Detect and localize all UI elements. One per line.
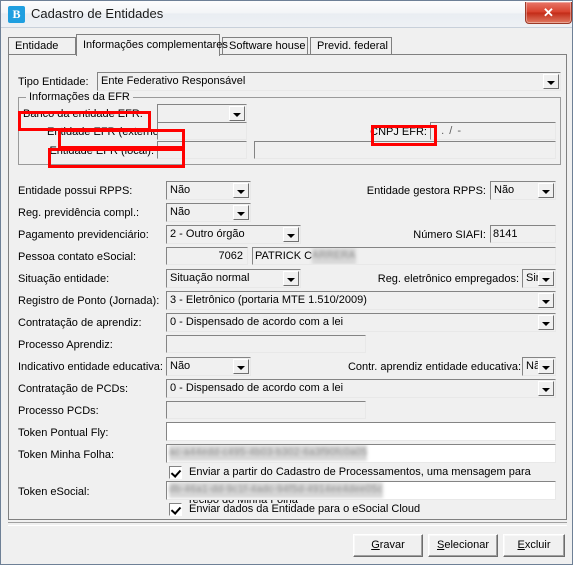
tipo-entidade-label: Tipo Entidade: (18, 76, 89, 88)
contratacao-aprendiz-label: Contratação de aprendiz: (18, 317, 142, 329)
entidade-efr-local-code-input[interactable] (157, 141, 247, 159)
checkbox-minha-folha[interactable] (169, 466, 182, 479)
entidade-efr-local-name-input[interactable] (254, 141, 556, 159)
token-minha-folha-label: Token Minha Folha: (18, 449, 114, 461)
chevron-down-icon[interactable] (538, 381, 554, 396)
tab-entidade[interactable]: Entidade (8, 37, 76, 55)
indicativo-entidade-educativa-combo[interactable]: Não (166, 357, 251, 376)
checkbox-esocial-cloud-label: Enviar dados da Entidade para o eSocial … (189, 503, 421, 515)
contr-aprendiz-entidade-educativa-combo[interactable]: Não (522, 357, 556, 376)
excluir-rest: xcluir (524, 539, 551, 551)
chevron-down-icon[interactable] (283, 271, 299, 286)
banco-entidade-efr-combo[interactable] (157, 104, 247, 123)
reg-eletronico-empregados-label: Reg. eletrônico empregados: (377, 273, 519, 285)
footer-separator (8, 522, 567, 526)
indicativo-entidade-educativa-label: Indicativo entidade educativa: (18, 361, 163, 373)
pessoa-contato-esocial-name-input[interactable]: PATRICK CARRERA (252, 247, 556, 265)
registro-ponto-label: Registro de Ponto (Jornada): (18, 295, 160, 307)
pessoa-contato-esocial-code-input[interactable]: 7062 (166, 247, 248, 265)
cadastro-de-entidades-window: B Cadastro de Entidades ✕ Entidade Infor… (0, 0, 573, 565)
situacao-entidade-combo[interactable]: Situação normal (166, 269, 301, 288)
token-minha-folha-input[interactable]: ac-a44edd-c495-4b03-b302-6a3f90fc0a05 (166, 444, 556, 463)
tipo-entidade-combo[interactable]: Ente Federativo Responsável (97, 72, 561, 91)
chevron-down-icon[interactable] (538, 183, 554, 198)
chevron-down-icon[interactable] (538, 359, 554, 374)
gravar-accel: G (371, 539, 380, 551)
processo-aprendiz-input[interactable] (166, 335, 366, 353)
processo-pcds-input[interactable] (166, 401, 366, 419)
situacao-entidade-value: Situação normal (170, 272, 250, 284)
chevron-down-icon[interactable] (229, 106, 245, 121)
reg-previdencia-compl-label: Reg. previdência compl.: (18, 207, 140, 219)
excluir-button[interactable]: Excluir (503, 534, 565, 557)
entidade-efr-local-label: Entidade EFR (local): (49, 145, 154, 157)
registro-ponto-combo[interactable]: 3 - Eletrônico (portaria MTE 1.510/2009) (166, 291, 556, 310)
pessoa-contato-name-redacted: ARRERA (312, 248, 356, 264)
cnpj-efr-label: CNPJ EFR: (370, 126, 427, 138)
pagamento-previdenciario-combo[interactable]: 2 - Outro órgão (166, 225, 301, 244)
contr-aprendiz-entidade-educativa-label: Contr. aprendiz entidade educativa: (347, 361, 521, 373)
chevron-down-icon[interactable] (233, 359, 249, 374)
token-pontual-fly-label: Token Pontual Fly: (18, 427, 109, 439)
registro-ponto-value: 3 - Eletrônico (portaria MTE 1.510/2009) (170, 294, 367, 306)
entidade-efr-externo-label: Entidade EFR (externo): (47, 126, 166, 138)
tab-previd-federal[interactable]: Previd. federal (310, 37, 392, 55)
cnpj-efr-input[interactable]: . . / - (430, 122, 556, 140)
token-esocial-label: Token eSocial: (18, 486, 90, 498)
close-icon[interactable]: ✕ (525, 2, 572, 24)
banco-entidade-efr-label: Banco da entidade EFR: (23, 108, 143, 120)
token-esocial-value: db-46a1-dd-9c1f-4adc-94f5d-4914ee4dee05c (169, 482, 383, 499)
contratacao-pcds-value: 0 - Dispensado de acordo com a lei (170, 382, 344, 394)
entidade-possui-rpps-label: Entidade possui RPPS: (18, 185, 133, 197)
indicativo-entidade-educativa-value: Não (170, 360, 191, 372)
pagamento-previdenciario-label: Pagamento previdenciário: (18, 229, 149, 241)
tab-software-house[interactable]: Software house (222, 37, 308, 55)
chevron-down-icon[interactable] (233, 183, 249, 198)
situacao-entidade-label: Situação entidade: (18, 273, 110, 285)
tabstrip: Entidade Informações complementares Soft… (8, 34, 567, 56)
contratacao-aprendiz-value: 0 - Dispensado de acordo com a lei (170, 316, 344, 328)
reg-previdencia-compl-value: Não (170, 206, 191, 218)
entidade-possui-rpps-combo[interactable]: Não (166, 181, 251, 200)
checkbox-esocial-cloud[interactable] (169, 503, 182, 516)
efr-groupbox-title: Informações da EFR (26, 91, 133, 103)
processo-aprendiz-label: Processo Aprendiz: (18, 339, 113, 351)
pagamento-previdenciario-value: 2 - Outro órgão (170, 228, 245, 240)
token-pontual-fly-input[interactable] (166, 422, 556, 441)
pessoa-contato-name-visible: PATRICK C (255, 250, 313, 262)
tab-panel-informacoes-complementares: Tipo Entidade: Ente Federativo Responsáv… (8, 54, 567, 520)
chevron-down-icon[interactable] (543, 74, 559, 89)
entidade-gestora-rpps-combo[interactable]: Não (490, 181, 556, 200)
token-minha-folha-value: ac-a44edd-c495-4b03-b302-6a3f90fc0a05 (169, 445, 368, 462)
app-logo-icon: B (8, 6, 25, 23)
contratacao-pcds-combo[interactable]: 0 - Dispensado de acordo com a lei (166, 379, 556, 398)
contratacao-pcds-label: Contratação de PCDs: (18, 383, 129, 395)
entidade-gestora-rpps-label: Entidade gestora RPPS: (366, 185, 486, 197)
gravar-button[interactable]: Gravar (353, 534, 423, 557)
entidade-efr-externo-input[interactable] (157, 122, 247, 140)
contratacao-aprendiz-combo[interactable]: 0 - Dispensado de acordo com a lei (166, 313, 556, 332)
numero-siafi-label: Número SIAFI: (413, 229, 486, 241)
window-titlebar: B Cadastro de Entidades ✕ (1, 1, 572, 28)
reg-previdencia-compl-combo[interactable]: Não (166, 203, 251, 222)
token-esocial-input[interactable]: db-46a1-dd-9c1f-4adc-94f5d-4914ee4dee05c (166, 481, 556, 500)
window-title: Cadastro de Entidades (31, 6, 164, 21)
excluir-accel: E (517, 539, 525, 551)
chevron-down-icon[interactable] (538, 271, 554, 286)
tipo-entidade-value: Ente Federativo Responsável (101, 75, 246, 87)
chevron-down-icon[interactable] (538, 293, 554, 308)
reg-eletronico-empregados-combo[interactable]: Sim (522, 269, 556, 288)
entidade-gestora-rpps-value: Não (494, 184, 515, 196)
chevron-down-icon[interactable] (283, 227, 299, 242)
selecionar-rest: elecionar (444, 539, 489, 551)
selecionar-button[interactable]: Selecionar (428, 534, 498, 557)
gravar-rest: ravar (379, 539, 405, 551)
chevron-down-icon[interactable] (233, 205, 249, 220)
tab-informacoes-complementares[interactable]: Informações complementares (76, 34, 228, 56)
chevron-down-icon[interactable] (538, 315, 554, 330)
processo-pcds-label: Processo PCDs: (18, 405, 99, 417)
pessoa-contato-esocial-label: Pessoa contato eSocial: (18, 251, 137, 263)
numero-siafi-input[interactable]: 8141 (490, 225, 556, 243)
entidade-possui-rpps-value: Não (170, 184, 191, 196)
